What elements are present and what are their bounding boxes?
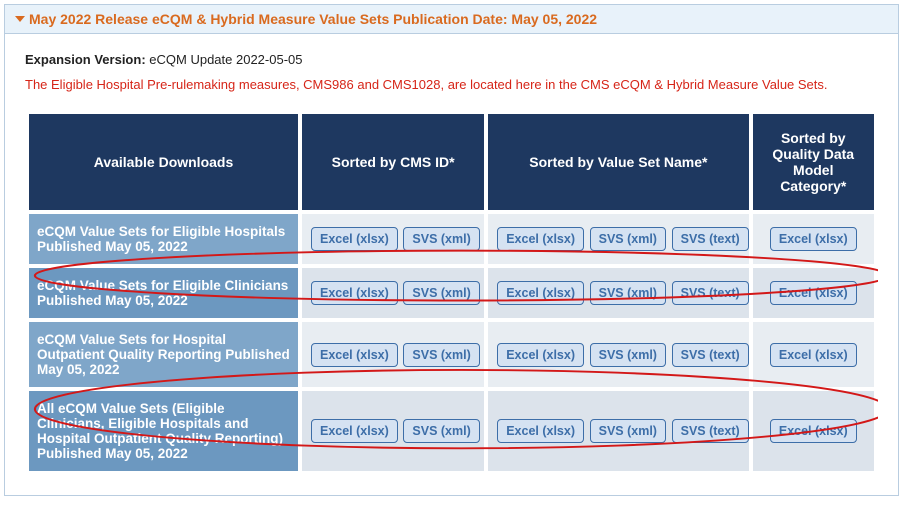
download-svs-xml-button[interactable]: SVS (xml): [403, 227, 479, 251]
download-svs-text-button[interactable]: SVS (text): [672, 419, 749, 443]
download-svs-xml-button[interactable]: SVS (xml): [403, 419, 479, 443]
expansion-value: eCQM Update 2022-05-05: [149, 52, 302, 67]
row-label: eCQM Value Sets for Eligible Clinicians …: [29, 268, 298, 318]
pre-rulemaking-notice: The Eligible Hospital Pre-rulemaking mea…: [25, 77, 878, 92]
download-svs-text-button[interactable]: SVS (text): [672, 281, 749, 305]
download-excel-button[interactable]: Excel (xlsx): [497, 419, 584, 443]
download-excel-button[interactable]: Excel (xlsx): [497, 227, 584, 251]
panel-title: May 2022 Release eCQM & Hybrid Measure V…: [29, 11, 597, 27]
expansion-version-line: Expansion Version: eCQM Update 2022-05-0…: [25, 52, 878, 67]
downloads-table-wrap: Available Downloads Sorted by CMS ID* So…: [25, 110, 878, 475]
col-header-cmsid: Sorted by CMS ID*: [302, 114, 484, 210]
table-row: eCQM Value Sets for Eligible Hospitals P…: [29, 214, 874, 264]
download-excel-button[interactable]: Excel (xlsx): [497, 281, 584, 305]
col-header-available: Available Downloads: [29, 114, 298, 210]
download-excel-button[interactable]: Excel (xlsx): [770, 281, 857, 305]
panel-header[interactable]: May 2022 Release eCQM & Hybrid Measure V…: [5, 5, 898, 34]
table-header-row: Available Downloads Sorted by CMS ID* So…: [29, 114, 874, 210]
download-excel-button[interactable]: Excel (xlsx): [770, 419, 857, 443]
collapse-toggle-icon: [15, 16, 25, 22]
col-header-vsname: Sorted by Value Set Name*: [488, 114, 748, 210]
expansion-label: Expansion Version:: [25, 52, 146, 67]
release-panel: May 2022 Release eCQM & Hybrid Measure V…: [4, 4, 899, 496]
download-svs-xml-button[interactable]: SVS (xml): [403, 281, 479, 305]
download-svs-xml-button[interactable]: SVS (xml): [590, 281, 666, 305]
table-row: eCQM Value Sets for Eligible Clinicians …: [29, 268, 874, 318]
table-row: eCQM Value Sets for Hospital Outpatient …: [29, 322, 874, 387]
download-svs-xml-button[interactable]: SVS (xml): [590, 343, 666, 367]
row-label: All eCQM Value Sets (Eligible Clinicians…: [29, 391, 298, 471]
download-svs-text-button[interactable]: SVS (text): [672, 227, 749, 251]
download-excel-button[interactable]: Excel (xlsx): [770, 343, 857, 367]
download-svs-xml-button[interactable]: SVS (xml): [590, 227, 666, 251]
download-svs-xml-button[interactable]: SVS (xml): [403, 343, 479, 367]
download-svs-text-button[interactable]: SVS (text): [672, 343, 749, 367]
download-excel-button[interactable]: Excel (xlsx): [311, 227, 398, 251]
downloads-table: Available Downloads Sorted by CMS ID* So…: [25, 110, 878, 475]
download-excel-button[interactable]: Excel (xlsx): [311, 281, 398, 305]
panel-body: Expansion Version: eCQM Update 2022-05-0…: [5, 34, 898, 495]
row-label: eCQM Value Sets for Eligible Hospitals P…: [29, 214, 298, 264]
table-row: All eCQM Value Sets (Eligible Clinicians…: [29, 391, 874, 471]
download-excel-button[interactable]: Excel (xlsx): [311, 419, 398, 443]
download-excel-button[interactable]: Excel (xlsx): [497, 343, 584, 367]
row-label: eCQM Value Sets for Hospital Outpatient …: [29, 322, 298, 387]
col-header-qdm: Sorted by Quality Data Model Category*: [753, 114, 874, 210]
download-excel-button[interactable]: Excel (xlsx): [770, 227, 857, 251]
download-excel-button[interactable]: Excel (xlsx): [311, 343, 398, 367]
download-svs-xml-button[interactable]: SVS (xml): [590, 419, 666, 443]
